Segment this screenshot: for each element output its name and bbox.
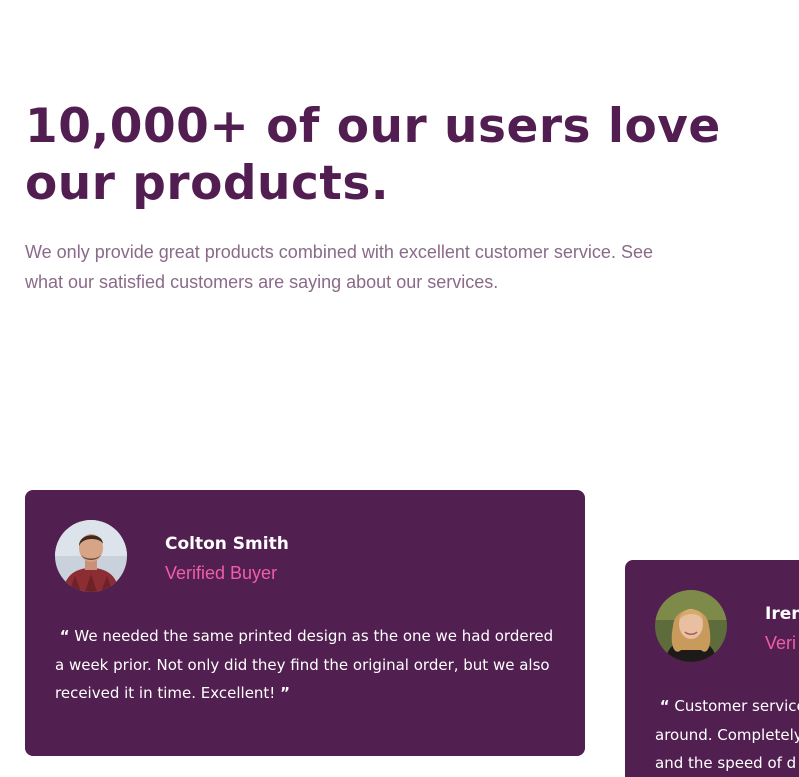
man-portrait-avatar-icon [55, 520, 127, 592]
testimonial-card: Colton Smith Verified Buyer “ We needed … [25, 490, 585, 756]
woman-portrait-avatar-icon [655, 590, 727, 662]
section-title: 10,000+ of our users love our products. [25, 99, 721, 211]
testimonial-role: Veri [765, 633, 797, 653]
testimonials-section: 10,000+ of our users love our products. … [0, 0, 799, 777]
avatar [655, 590, 727, 662]
close-quote-mark: ” [280, 684, 290, 702]
avatar [55, 520, 127, 592]
open-quote-mark: “ [59, 627, 70, 645]
testimonial-card: Iren Veri “ Customer service around. Comp… [625, 560, 799, 777]
quote-line: and the speed of d [655, 754, 797, 772]
quote-line: Customer service [674, 697, 799, 715]
quote-line: around. Completely [655, 725, 799, 744]
quote-text: We needed the same printed design as the… [55, 627, 554, 702]
testimonial-quote: “ Customer service around. Completely and … [655, 692, 799, 777]
open-quote-mark: “ [659, 697, 670, 715]
testimonial-name: Colton Smith [165, 534, 289, 554]
testimonial-quote: “ We needed the same printed design as t… [55, 622, 555, 708]
testimonial-name: Iren [765, 604, 799, 624]
section-intro: We only provide great products combined … [25, 242, 653, 292]
testimonial-role: Verified Buyer [165, 563, 278, 583]
